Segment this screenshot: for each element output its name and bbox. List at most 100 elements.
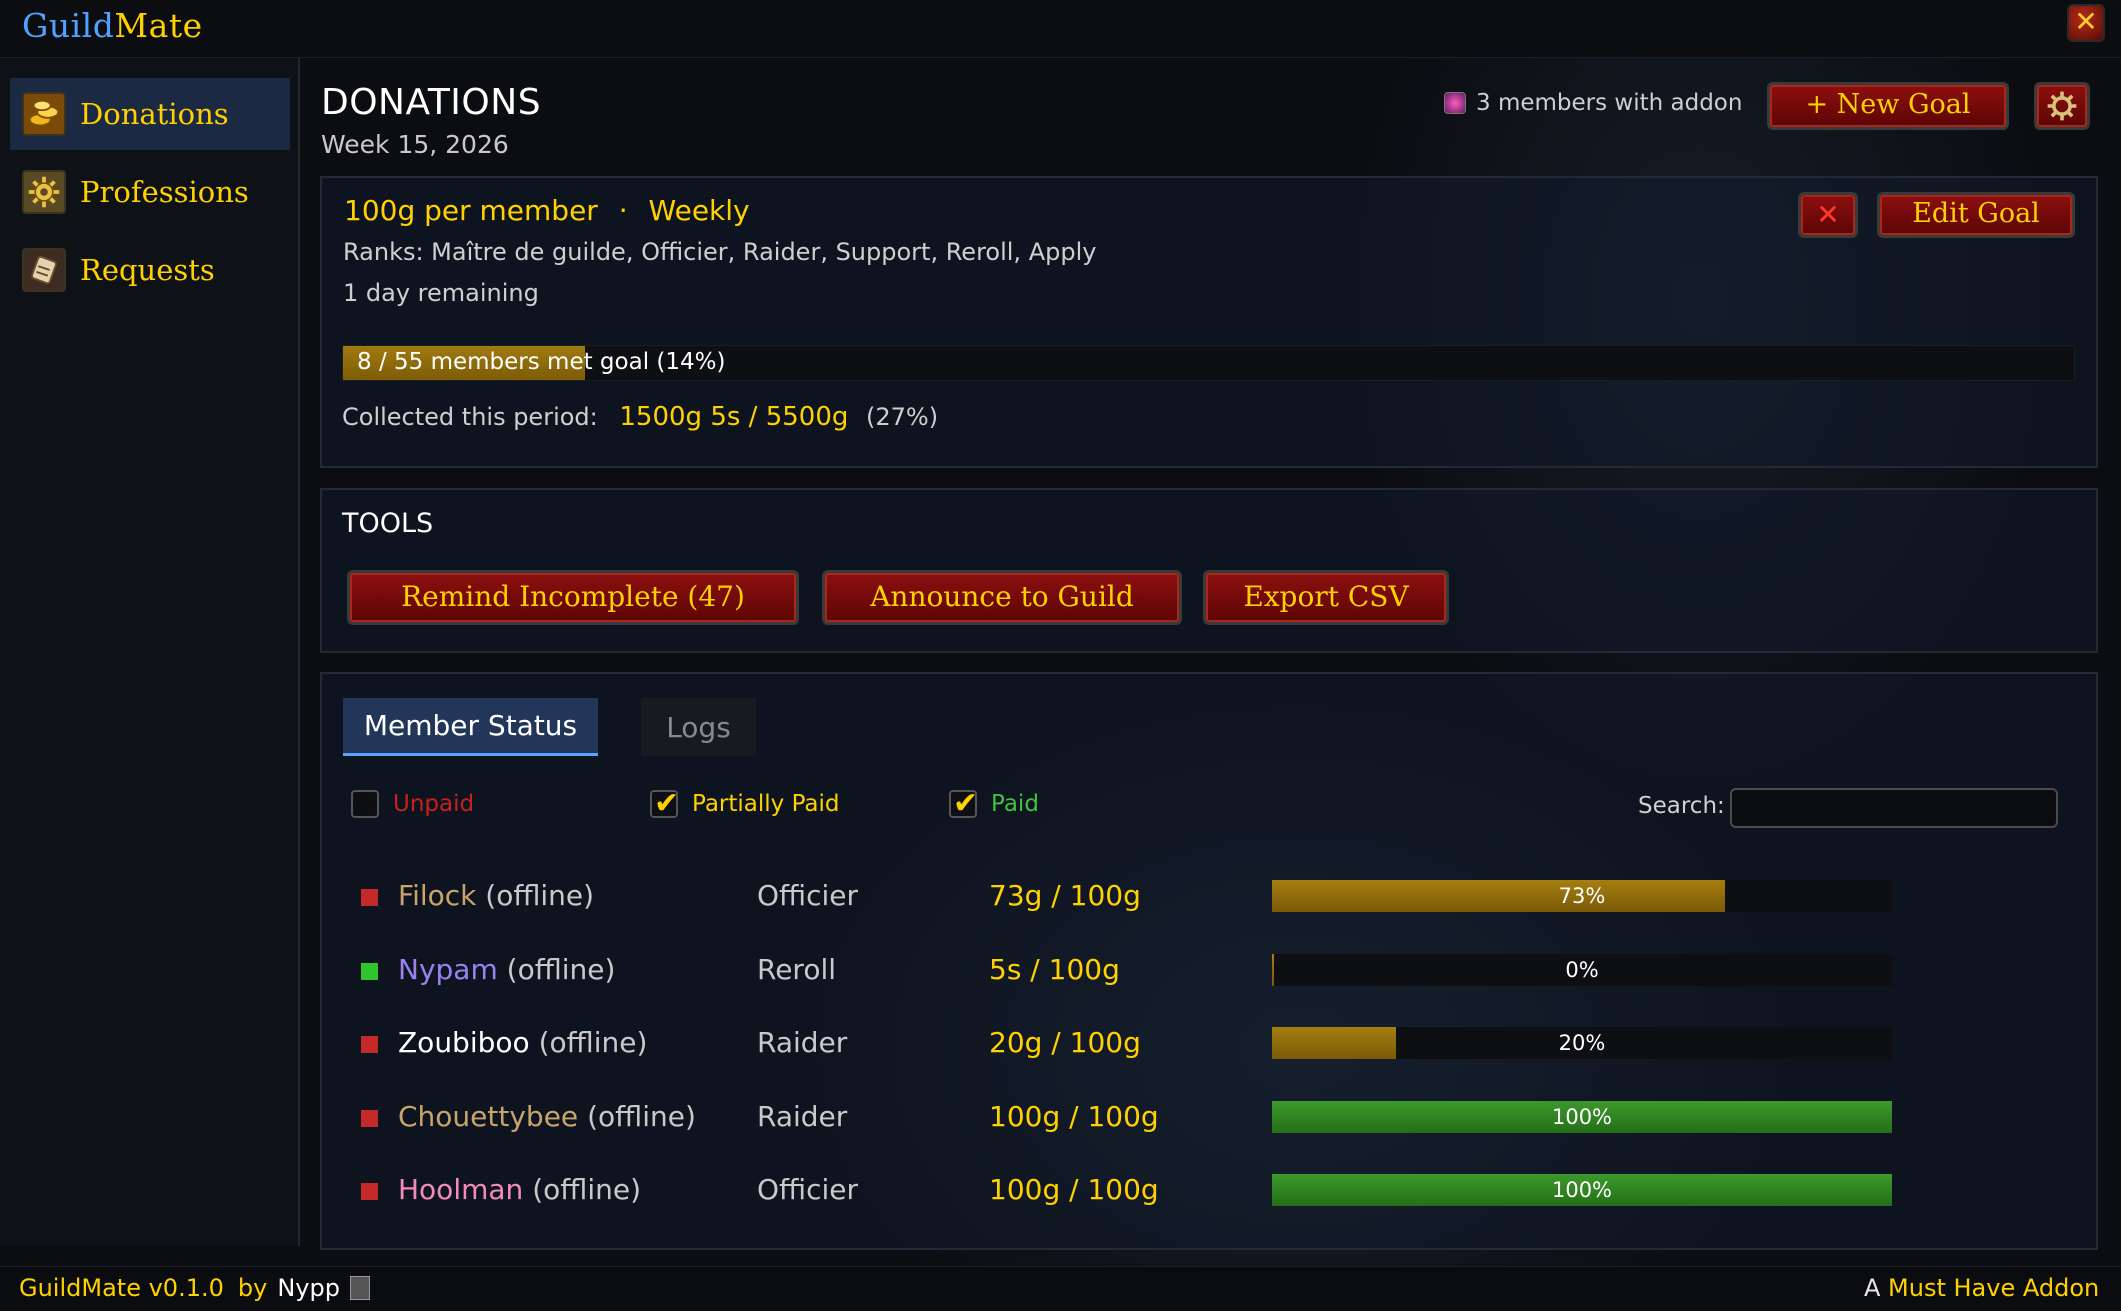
member-progress-percent: 0% <box>1565 957 1599 982</box>
table-row[interactable]: Hoolman (offline) Officier 100g / 100g 100% <box>344 1154 2076 1226</box>
member-name: Nypam (offline) <box>398 952 616 986</box>
partially-paid-checkbox[interactable]: ✔ <box>650 786 679 821</box>
sidebar: Donations Professions Requests <box>0 58 300 1246</box>
footer-version: GuildMate v0.1.0 <box>19 1274 224 1302</box>
sidebar-item-label: Professions <box>80 175 249 209</box>
footer-author: Nypp <box>277 1274 340 1302</box>
goal-remaining: 1 day remaining <box>343 279 539 307</box>
table-row[interactable]: Filock (offline) Officier 73g / 100g 73% <box>344 860 2076 932</box>
checkmark-icon: ✔ <box>953 786 979 821</box>
addon-member-count: 3 members with addon <box>1444 90 1742 116</box>
app-title: GuildMate <box>22 6 203 45</box>
sidebar-item-requests[interactable]: Requests <box>10 234 290 306</box>
coins-icon <box>22 92 66 136</box>
collected-percent: (27%) <box>866 403 939 431</box>
member-name: Kìnslay <box>398 1247 498 1249</box>
member-progress-bar: 20% <box>1272 1027 1892 1059</box>
status-dot <box>361 1183 378 1200</box>
new-goal-button[interactable]: + New Goal <box>1767 82 2009 130</box>
member-rank: Reroll <box>757 952 837 986</box>
app-title-part1: Guild <box>22 6 115 45</box>
page-title: DONATIONS <box>321 82 542 123</box>
addon-icon <box>1444 92 1466 114</box>
sidebar-item-label: Donations <box>80 97 229 131</box>
footer-tagline: A Must Have Addon <box>1864 1274 2099 1302</box>
filter-unpaid-label: Unpaid <box>393 791 475 817</box>
member-rank: Officier <box>757 879 859 912</box>
collected-value: 1500g 5s / 5500g <box>619 402 849 432</box>
remind-incomplete-button[interactable]: Remind Incomplete (47) <box>347 570 799 625</box>
member-rank: Officier <box>757 1173 859 1206</box>
addon-count-label: 3 members with addon <box>1476 90 1743 116</box>
member-rank: Raider <box>757 1099 848 1133</box>
goal-summary: 100g per member · Weekly <box>344 194 750 227</box>
scroll-icon <box>22 248 66 292</box>
export-csv-button[interactable]: Export CSV <box>1203 570 1449 625</box>
goal-ranks: Ranks: Maître de guilde, Officier, Raide… <box>343 238 1097 266</box>
table-row[interactable]: Nypam (offline) Reroll 5s / 100g 0% <box>344 934 2076 1006</box>
collected-row: Collected this period: 1500g 5s / 5500g … <box>342 402 938 432</box>
tagline-prefix: A <box>1864 1274 1889 1302</box>
member-name: Filock (offline) <box>398 879 595 912</box>
gear-icon <box>2047 91 2077 121</box>
member-progress-bar: 100% <box>1272 1247 1892 1248</box>
footer-by: by <box>237 1274 268 1302</box>
member-progress-fill <box>1272 1247 1892 1248</box>
status-dot <box>361 962 378 980</box>
table-row[interactable]: Zoubiboo (offline) Raider 20g / 100g 20% <box>344 1007 2076 1079</box>
announce-guild-button[interactable]: Announce to Guild <box>822 570 1182 625</box>
goal-progress-bar: 8 / 55 members met goal (14%) <box>342 345 2075 381</box>
checkmark-icon: ✔ <box>654 786 680 821</box>
member-progress-bar: 100% <box>1272 1174 1892 1206</box>
member-progress-bar: 0% <box>1272 953 1892 986</box>
author-badge-icon <box>349 1276 370 1300</box>
member-amount: 73g / 100g <box>989 879 1141 912</box>
table-row[interactable]: Kìnslay Raider 100g / 100g 100% <box>344 1228 2076 1249</box>
tab-logs[interactable]: Logs <box>641 698 756 756</box>
member-name: Zoubiboo (offline) <box>398 1026 648 1059</box>
member-amount: 5s / 100g <box>989 952 1120 986</box>
member-amount: 20g / 100g <box>989 1026 1141 1059</box>
member-progress-bar: 73% <box>1272 880 1892 912</box>
member-name: Hoolman (offline) <box>398 1173 641 1206</box>
paid-checkbox[interactable]: ✔ <box>949 786 978 821</box>
close-button[interactable]: ✕ <box>2067 4 2105 42</box>
tab-member-status[interactable]: Member Status <box>343 698 598 756</box>
table-row[interactable]: Chouettybee (offline) Raider 100g / 100g 10… <box>344 1081 2076 1153</box>
goal-amount: 100g per member <box>344 194 598 227</box>
goal-separator: · <box>618 194 628 227</box>
status-dot <box>361 1036 378 1053</box>
member-amount: 100g / 100g <box>989 1173 1159 1206</box>
search-input[interactable] <box>1730 788 2058 828</box>
edit-goal-button[interactable]: Edit Goal <box>1877 192 2075 238</box>
app-title-part2: Mate <box>114 6 203 45</box>
member-progress-bar: 100% <box>1272 1100 1892 1133</box>
settings-button[interactable] <box>2034 82 2090 130</box>
status-dot <box>361 889 378 906</box>
gear-cog-icon <box>22 170 66 214</box>
tools-title: TOOLS <box>342 508 434 539</box>
unpaid-checkbox[interactable] <box>351 790 379 818</box>
member-progress-percent: 73% <box>1558 884 1606 908</box>
member-name: Chouettybee (offline) <box>398 1099 696 1133</box>
member-rank: Raider <box>757 1247 847 1249</box>
footer-credits: GuildMate v0.1.0 by Nypp <box>19 1274 370 1302</box>
sidebar-item-label: Requests <box>80 253 215 287</box>
member-list: Filock (offline) Officier 73g / 100g 73% Nyp… <box>320 860 2095 1248</box>
search-label: Search: <box>1638 793 1725 819</box>
filter-partially-paid-label: Partially Paid <box>692 791 840 817</box>
sidebar-item-donations[interactable]: Donations <box>10 78 290 150</box>
collected-label: Collected this period: <box>342 403 598 431</box>
member-progress-percent: 20% <box>1558 1031 1606 1055</box>
sidebar-item-professions[interactable]: Professions <box>10 156 290 228</box>
filter-paid-label: Paid <box>991 791 1039 817</box>
goal-period: Weekly <box>648 194 750 227</box>
filter-partially-paid[interactable]: ✔ Partially Paid <box>650 786 840 821</box>
filter-paid[interactable]: ✔ Paid <box>949 786 1039 821</box>
member-progress-percent: 100% <box>1551 1178 1613 1202</box>
page-subtitle: Week 15, 2026 <box>321 130 509 159</box>
member-amount: 100g / 100g <box>989 1099 1159 1133</box>
delete-goal-button[interactable]: ✕ <box>1798 192 1858 238</box>
title-bar: GuildMate ✕ <box>0 0 2121 58</box>
filter-unpaid[interactable]: Unpaid <box>351 790 474 818</box>
